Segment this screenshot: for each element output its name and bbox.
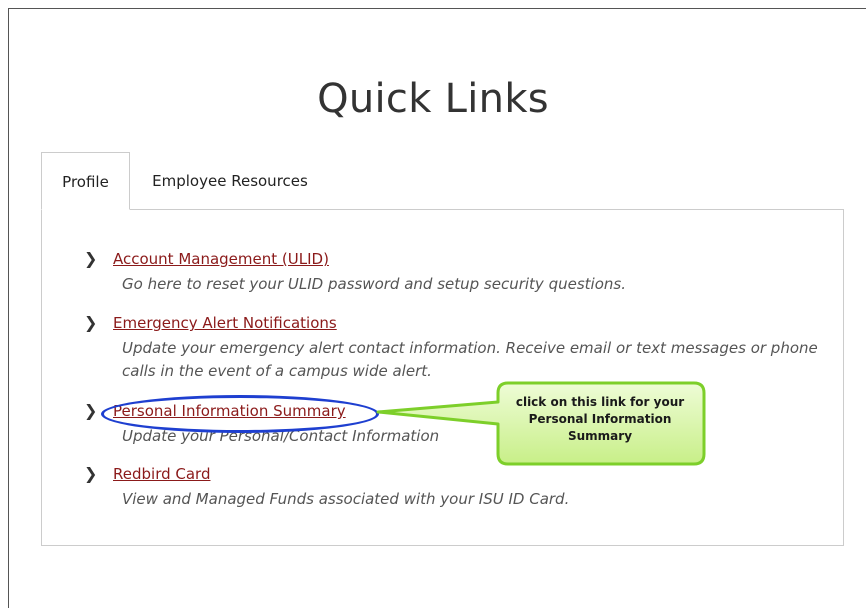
chevron-right-icon: ❯ (84, 313, 98, 332)
chevron-right-icon: ❯ (84, 464, 98, 483)
redbird-card-link[interactable]: Redbird Card (113, 464, 210, 484)
emergency-alert-link[interactable]: Emergency Alert Notifications (113, 313, 337, 333)
emergency-alert-description: Update your emergency alert contact info… (122, 339, 818, 380)
tab-employee-resources[interactable]: Employee Resources (130, 152, 330, 210)
callout-text: click on this link for your Personal Inf… (515, 395, 685, 443)
page-title: Quick Links (317, 76, 549, 122)
tab-profile[interactable]: Profile (41, 152, 130, 210)
account-management-link[interactable]: Account Management (ULID) (113, 249, 329, 269)
chevron-right-icon: ❯ (84, 249, 98, 268)
chevron-right-icon: ❯ (84, 401, 98, 420)
personal-information-summary-link[interactable]: Personal Information Summary (113, 401, 346, 421)
account-management-description: Go here to reset your ULID password and … (122, 275, 626, 293)
personal-information-description: Update your Personal/Contact Information (122, 427, 440, 445)
redbird-card-description: View and Managed Funds associated with y… (122, 490, 570, 508)
